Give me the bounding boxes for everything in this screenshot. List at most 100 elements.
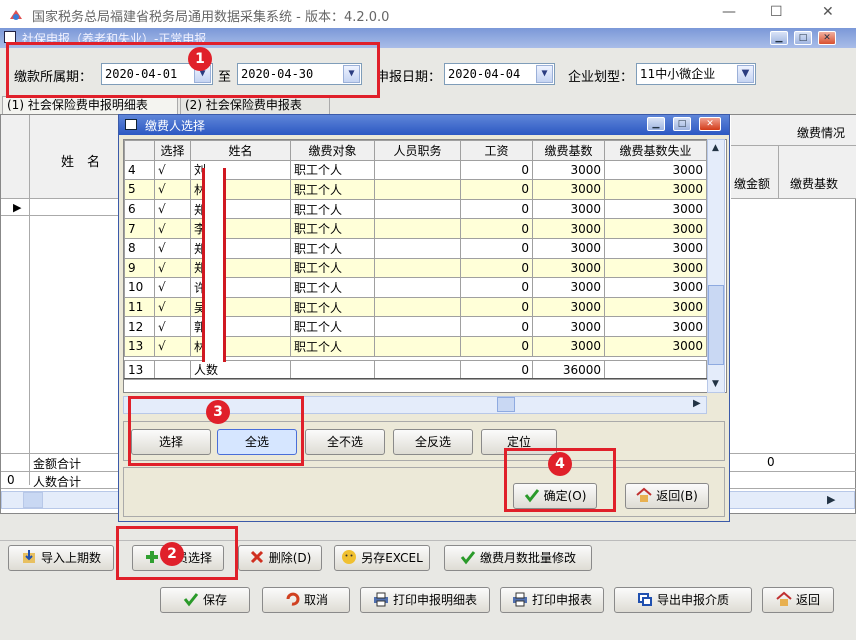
select-none-button[interactable]: 全不选 xyxy=(305,429,385,455)
payer-cell-base2: 3000 xyxy=(604,296,707,318)
summary-cell: 13 xyxy=(124,359,155,381)
payer-cell-base2: 3000 xyxy=(604,218,707,239)
payer-cell-obj: 职工个人 xyxy=(290,198,375,220)
payer-cell-obj: 职工个人 xyxy=(290,237,375,259)
payer-cell-sel[interactable]: √ xyxy=(154,335,191,357)
payer-cell-base2: 3000 xyxy=(604,316,707,337)
export-icon xyxy=(637,591,653,607)
maximize-button[interactable]: ☐ xyxy=(770,4,783,20)
tab-detail[interactable]: (1) 社会保险费申报明细表 xyxy=(2,96,178,114)
summary-cell xyxy=(154,359,191,381)
dialog-maximize-button[interactable]: □ xyxy=(673,117,691,131)
payer-cell-base: 3000 xyxy=(532,159,605,181)
payer-cell-job xyxy=(374,198,461,220)
sub-close-button[interactable]: ✕ xyxy=(818,31,836,45)
payer-cell-job xyxy=(374,159,461,181)
import-button[interactable]: 导入上期数 xyxy=(8,545,114,571)
tab-summary[interactable]: (2) 社会保险费申报表 xyxy=(180,96,330,114)
payer-cell-base: 3000 xyxy=(532,179,605,200)
chevron-down-icon[interactable]: ▼ xyxy=(737,65,754,83)
cancel-button[interactable]: 取消 xyxy=(262,587,350,613)
payer-cell-sel[interactable]: √ xyxy=(154,257,191,279)
enterprise-type-select[interactable]: 11中小微企业 ▼ xyxy=(636,63,756,85)
dialog-minimize-button[interactable]: ▁ xyxy=(647,117,665,131)
print-form-button[interactable]: 打印申报表 xyxy=(500,587,604,613)
column-header[interactable]: 选择 xyxy=(154,140,191,161)
summary-cell: 0 xyxy=(460,359,533,381)
payer-cell-job xyxy=(374,277,461,298)
minimize-button[interactable]: — xyxy=(722,4,736,20)
declare-date-select[interactable]: 2020-04-04 ▼ xyxy=(444,63,555,85)
dialog-close-button[interactable]: ✕ xyxy=(699,117,721,131)
delete-icon xyxy=(249,549,265,565)
v-scroll-thumb[interactable] xyxy=(708,285,724,365)
return-label: 返回 xyxy=(795,593,820,607)
column-header[interactable]: 缴费基数失业 xyxy=(604,140,707,161)
payer-cell-sel[interactable]: √ xyxy=(154,296,191,318)
column-header[interactable]: 工资 xyxy=(460,140,533,161)
payer-cell-job xyxy=(374,316,461,337)
payer-cell-wage: 0 xyxy=(460,257,533,279)
return-button[interactable]: 返回 xyxy=(762,587,834,613)
scroll-up-icon[interactable]: ▲ xyxy=(712,143,719,153)
back-button[interactable]: 返回(B) xyxy=(625,483,709,509)
column-header[interactable]: 姓名 xyxy=(190,140,291,161)
payer-cell-sel[interactable]: √ xyxy=(154,159,191,181)
payer-cell-base2: 3000 xyxy=(604,159,707,181)
chevron-down-icon[interactable]: ▼ xyxy=(536,65,553,83)
scroll-thumb[interactable] xyxy=(23,492,43,508)
h-scroll-thumb[interactable] xyxy=(497,397,515,412)
close-button[interactable]: ✕ xyxy=(822,4,834,20)
payer-cell-base: 3000 xyxy=(532,316,605,337)
column-header[interactable]: 缴费对象 xyxy=(290,140,375,161)
export-excel-label: 另存EXCEL xyxy=(361,551,423,565)
app-icon xyxy=(8,7,24,23)
payer-cell-n: 8 xyxy=(124,237,155,259)
payer-cell-wage: 0 xyxy=(460,277,533,298)
export-media-button[interactable]: 导出申报介质 xyxy=(614,587,752,613)
sub-minimize-button[interactable]: ▁ xyxy=(770,31,788,45)
payer-cell-base2: 3000 xyxy=(604,237,707,259)
payer-cell-job xyxy=(374,296,461,318)
scroll-right-icon[interactable]: ▶ xyxy=(693,398,701,409)
invert-select-button[interactable]: 全反选 xyxy=(393,429,473,455)
batch-edit-button[interactable]: 缴费月数批量修改 xyxy=(444,545,592,571)
delete-label: 删除(D) xyxy=(268,551,312,565)
dialog-titlebar: 缴费人选择 ▁ □ ✕ xyxy=(119,115,729,135)
payer-cell-sel[interactable]: √ xyxy=(154,277,191,298)
summary-cell: 人数 xyxy=(190,359,291,381)
scroll-down-icon[interactable]: ▼ xyxy=(712,379,719,389)
payer-cell-wage: 0 xyxy=(460,296,533,318)
payer-cell-sel[interactable]: √ xyxy=(154,316,191,337)
checkmark-icon xyxy=(460,549,476,565)
column-header[interactable] xyxy=(124,140,155,161)
payer-cell-sel[interactable]: √ xyxy=(154,237,191,259)
total-count-label: 人数合计 xyxy=(33,475,82,489)
payer-cell-sel[interactable]: √ xyxy=(154,179,191,200)
payer-cell-obj: 职工个人 xyxy=(290,316,375,337)
home-icon xyxy=(636,487,652,503)
payer-cell-sel[interactable]: √ xyxy=(154,218,191,239)
scroll-right-icon[interactable]: ▶ xyxy=(827,493,835,506)
column-header[interactable]: 人员职务 xyxy=(374,140,461,161)
print-detail-button[interactable]: 打印申报明细表 xyxy=(360,587,490,613)
export-excel-button[interactable]: 另存EXCEL xyxy=(334,545,430,571)
payer-cell-obj: 职工个人 xyxy=(290,335,375,357)
payer-cell-wage: 0 xyxy=(460,335,533,357)
summary-cell xyxy=(604,359,707,381)
payer-cell-job xyxy=(374,335,461,357)
payer-cell-obj: 职工个人 xyxy=(290,179,375,200)
payer-cell-n: 4 xyxy=(124,159,155,181)
name-redaction xyxy=(202,168,226,362)
payer-cell-base2: 3000 xyxy=(604,277,707,298)
delete-button[interactable]: 删除(D) xyxy=(238,545,322,571)
smiley-icon xyxy=(341,549,357,565)
column-header[interactable]: 缴费基数 xyxy=(532,140,605,161)
payer-cell-job xyxy=(374,179,461,200)
payer-cell-n: 11 xyxy=(124,296,155,318)
payer-cell-sel[interactable]: √ xyxy=(154,198,191,220)
dialog-title: 缴费人选择 xyxy=(145,119,206,133)
payer-cell-base2: 3000 xyxy=(604,257,707,279)
save-button[interactable]: 保存 xyxy=(160,587,250,613)
sub-maximize-button[interactable]: □ xyxy=(794,31,812,45)
